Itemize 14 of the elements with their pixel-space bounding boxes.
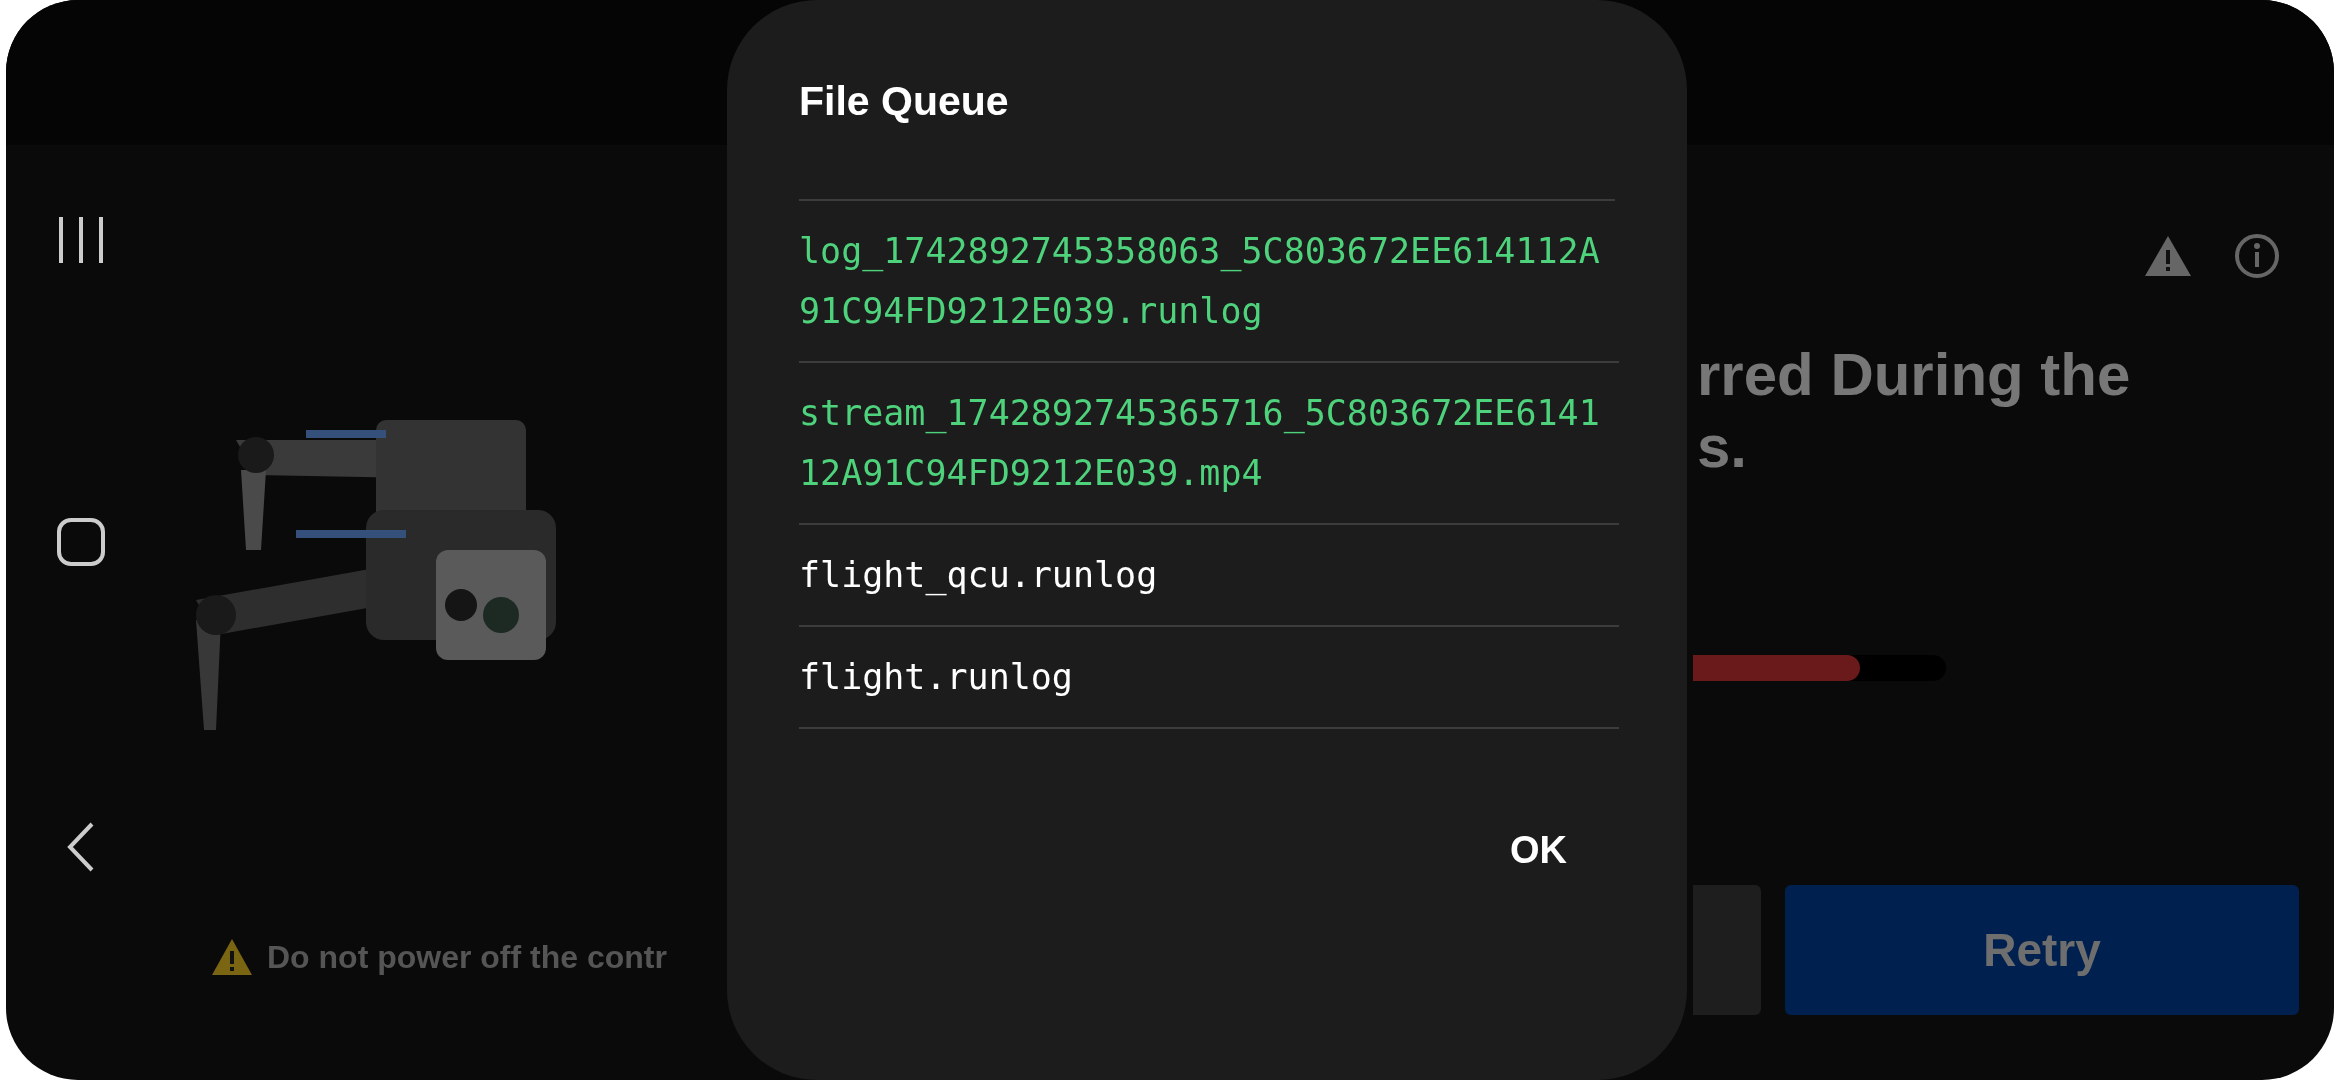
info-icon[interactable] (2234, 233, 2280, 279)
dialog-title: File Queue (799, 78, 1010, 125)
file-name[interactable]: flight.runlog (799, 627, 1619, 729)
ok-button[interactable]: OK (1498, 819, 1579, 882)
warning-note: Do not power off the contr (267, 938, 667, 976)
heading: rred During the s. (1696, 340, 2132, 482)
file-name[interactable]: flight_qcu.runlog (799, 525, 1619, 627)
warning-icon[interactable] (2144, 235, 2192, 277)
file-name[interactable]: log_1742892745358063_5C803672EE614112A91C94FD9212E039.runlog (799, 201, 1619, 363)
recent-apps-icon[interactable] (56, 215, 106, 265)
back-icon[interactable] (66, 822, 96, 872)
warning-icon (211, 938, 253, 976)
home-icon[interactable] (56, 517, 106, 567)
file-name[interactable]: stream_1742892745365716_5C803672EE614112A91C94FD9212E039.mp4 (799, 363, 1619, 525)
